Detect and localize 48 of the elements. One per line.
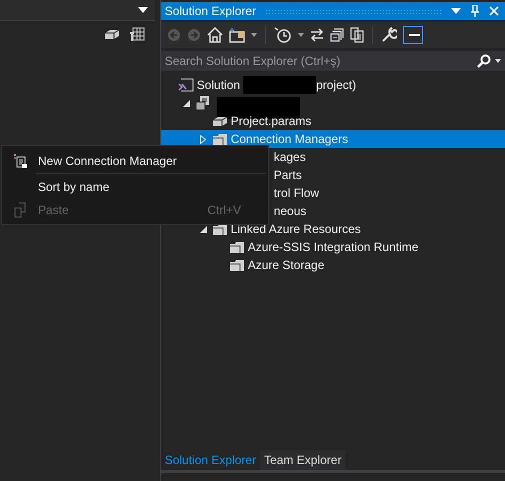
menu-item[interactable]: New Connection Manager — [2, 149, 268, 172]
home-icon[interactable] — [206, 27, 223, 43]
table-icon[interactable] — [128, 27, 145, 41]
tree-item-label[interactable]: Project.params — [230, 114, 312, 128]
box-icon[interactable] — [104, 28, 120, 40]
search-box[interactable]: Search Solution Explorer (Ctrl+ş) — [160, 51, 505, 71]
collapse-arrow-icon[interactable] — [182, 100, 190, 106]
tree-item-label[interactable]: project) — [316, 78, 356, 92]
clock-icon[interactable] — [274, 27, 292, 43]
tree-item-label[interactable]: Connection Managers — [230, 132, 348, 146]
sync-icon[interactable] — [310, 28, 324, 42]
expand-arrow-icon[interactable] — [200, 134, 206, 144]
tree-item-label[interactable]: Parts — [274, 168, 302, 182]
folder-icon — [212, 222, 228, 236]
tree-item-label[interactable]: trol Flow — [274, 186, 320, 200]
pin-icon[interactable] — [470, 5, 480, 17]
menu-item[interactable]: Sort by name — [2, 175, 268, 198]
tree-item-label[interactable]: Solution — [196, 78, 240, 92]
tree-item-label[interactable]: neous — [274, 204, 306, 218]
caret-icon[interactable] — [298, 33, 304, 37]
tree-item-label[interactable]: kages — [274, 150, 306, 164]
dropdown-icon[interactable] — [138, 7, 148, 13]
solution-icon — [178, 78, 194, 92]
folder-icon — [212, 132, 228, 146]
selected-row[interactable]: Connection Managers — [160, 130, 505, 148]
collapse-arrow-icon[interactable] — [200, 226, 207, 232]
collapse-icon[interactable] — [330, 28, 344, 42]
preview-toggle[interactable] — [402, 26, 423, 44]
tree-item-label[interactable]: Azure-SSIS Integration Runtime — [248, 240, 418, 254]
close-icon[interactable] — [489, 6, 499, 16]
tree-item-label[interactable]: Azure Storage — [248, 258, 324, 272]
folder-sync-icon[interactable] — [228, 27, 245, 43]
pages-icon[interactable] — [350, 27, 364, 43]
folder-icon — [228, 240, 245, 254]
clipboard-icon — [14, 202, 26, 218]
wrench-icon[interactable] — [380, 27, 397, 43]
search-icon[interactable] — [477, 54, 491, 68]
panel-title: Solution Explorer — [164, 4, 256, 18]
box-icon — [212, 115, 228, 127]
project-icon — [194, 95, 211, 111]
caret-icon[interactable] — [250, 33, 257, 37]
add-connection-icon — [13, 154, 27, 168]
panel-tab[interactable]: Team Explorer — [260, 450, 346, 470]
panel-tab[interactable]: Solution Explorer — [160, 450, 260, 470]
caret-icon[interactable] — [495, 59, 501, 63]
folder-icon — [228, 258, 245, 272]
tree-item-label[interactable]: Linked Azure Resources — [230, 222, 361, 236]
search-field[interactable]: Search Solution Explorer (Ctrl+ş) — [164, 54, 473, 68]
